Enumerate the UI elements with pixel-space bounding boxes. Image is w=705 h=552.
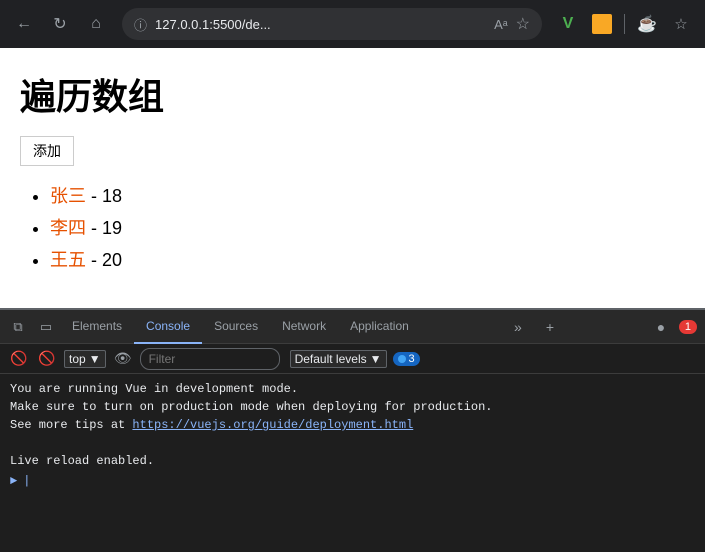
devtools-device-icon[interactable]: ▭ [32, 313, 60, 341]
tab-elements[interactable]: Elements [60, 310, 134, 344]
console-line-3: See more tips at https://vuejs.org/guide… [10, 416, 695, 434]
console-line-link-prefix: See more tips at [10, 418, 132, 432]
info-icon: ⓘ [134, 15, 147, 34]
console-line-2: Make sure to turn on production mode whe… [10, 398, 695, 416]
tab-sources[interactable]: Sources [202, 310, 270, 344]
extensions-button[interactable]: ☕ [633, 10, 661, 38]
levels-dropdown-icon: ▼ [370, 352, 382, 366]
extension-v-icon[interactable]: V [554, 10, 582, 38]
item-list: 张三 - 18 李四 - 19 王五 - 20 [20, 182, 685, 272]
prompt-cursor: | [23, 474, 30, 488]
levels-selector[interactable]: Default levels ▼ [290, 350, 387, 368]
browser-chrome: ← ↻ ⌂ ⓘ 127.0.0.1:5500/de... Aᵃ ☆ V ☕ ☆ [0, 0, 705, 48]
item-name-3: 王五 [50, 250, 86, 270]
tab-network[interactable]: Network [270, 310, 338, 344]
console-link[interactable]: https://vuejs.org/guide/deployment.html [132, 418, 413, 432]
devtools-tab-more: » + [504, 313, 564, 341]
extension-yellow-icon[interactable] [588, 10, 616, 38]
item-name-1: 张三 [50, 186, 86, 206]
browser-toolbar: V ☕ ☆ [554, 10, 695, 38]
context-dropdown-icon: ▼ [89, 352, 101, 366]
add-button[interactable]: 添加 [20, 136, 74, 166]
forward-button[interactable]: ↻ [46, 10, 74, 38]
error-badge: 1 [679, 320, 697, 334]
console-line-1: You are running Vue in development mode. [10, 380, 695, 398]
item-separator-2: - [91, 218, 102, 238]
filter-input[interactable] [140, 348, 280, 370]
console-clear-icon[interactable]: 🚫 [8, 348, 30, 370]
list-item: 李四 - 19 [50, 214, 685, 240]
console-line-4: Live reload enabled. [10, 452, 695, 470]
page-title: 遍历数组 [20, 68, 685, 120]
item-name-2: 李四 [50, 218, 86, 238]
levels-label: Default levels [295, 352, 367, 366]
devtools-settings-icon[interactable]: ● [647, 313, 675, 341]
devtools-cursor-icon[interactable]: ⧉ [4, 313, 32, 341]
console-filter-icon[interactable]: 🚫 [36, 348, 58, 370]
tab-application[interactable]: Application [338, 310, 421, 344]
back-button[interactable]: ← [10, 10, 38, 38]
item-age-3: 20 [102, 250, 122, 270]
item-separator-3: - [91, 250, 102, 270]
more-tabs-button[interactable]: » [504, 313, 532, 341]
info-count-badge: 3 [393, 352, 420, 366]
console-eye-icon[interactable]: 👁 [112, 348, 134, 370]
item-age-1: 18 [102, 186, 122, 206]
devtools-tabs: ⧉ ▭ Elements Console Sources Network App… [0, 310, 705, 344]
console-output: You are running Vue in development mode.… [0, 374, 705, 514]
list-item: 王五 - 20 [50, 246, 685, 272]
devtools-panel: ⧉ ▭ Elements Console Sources Network App… [0, 308, 705, 552]
favorites-button[interactable]: ☆ [667, 10, 695, 38]
prompt-caret: ► [10, 474, 17, 488]
console-line-spacer [10, 434, 695, 452]
context-selector[interactable]: top ▼ [64, 350, 106, 368]
add-tab-button[interactable]: + [536, 313, 564, 341]
tab-console[interactable]: Console [134, 310, 202, 344]
context-label: top [69, 352, 86, 366]
console-toolbar: 🚫 🚫 top ▼ 👁 Default levels ▼ 3 [0, 344, 705, 374]
favorites-icon: ☆ [516, 14, 530, 34]
home-button[interactable]: ⌂ [82, 10, 110, 38]
translate-icon: Aᵃ [494, 17, 508, 32]
info-dot [398, 355, 406, 363]
item-separator-1: - [91, 186, 102, 206]
console-prompt[interactable]: ► | [10, 474, 695, 488]
list-item: 张三 - 18 [50, 182, 685, 208]
info-count: 3 [409, 353, 415, 365]
item-age-2: 19 [102, 218, 122, 238]
url-text: 127.0.0.1:5500/de... [155, 17, 486, 32]
address-bar[interactable]: ⓘ 127.0.0.1:5500/de... Aᵃ ☆ [122, 8, 542, 40]
page-content: 遍历数组 添加 张三 - 18 李四 - 19 王五 - 20 [0, 48, 705, 308]
toolbar-divider [624, 14, 625, 34]
